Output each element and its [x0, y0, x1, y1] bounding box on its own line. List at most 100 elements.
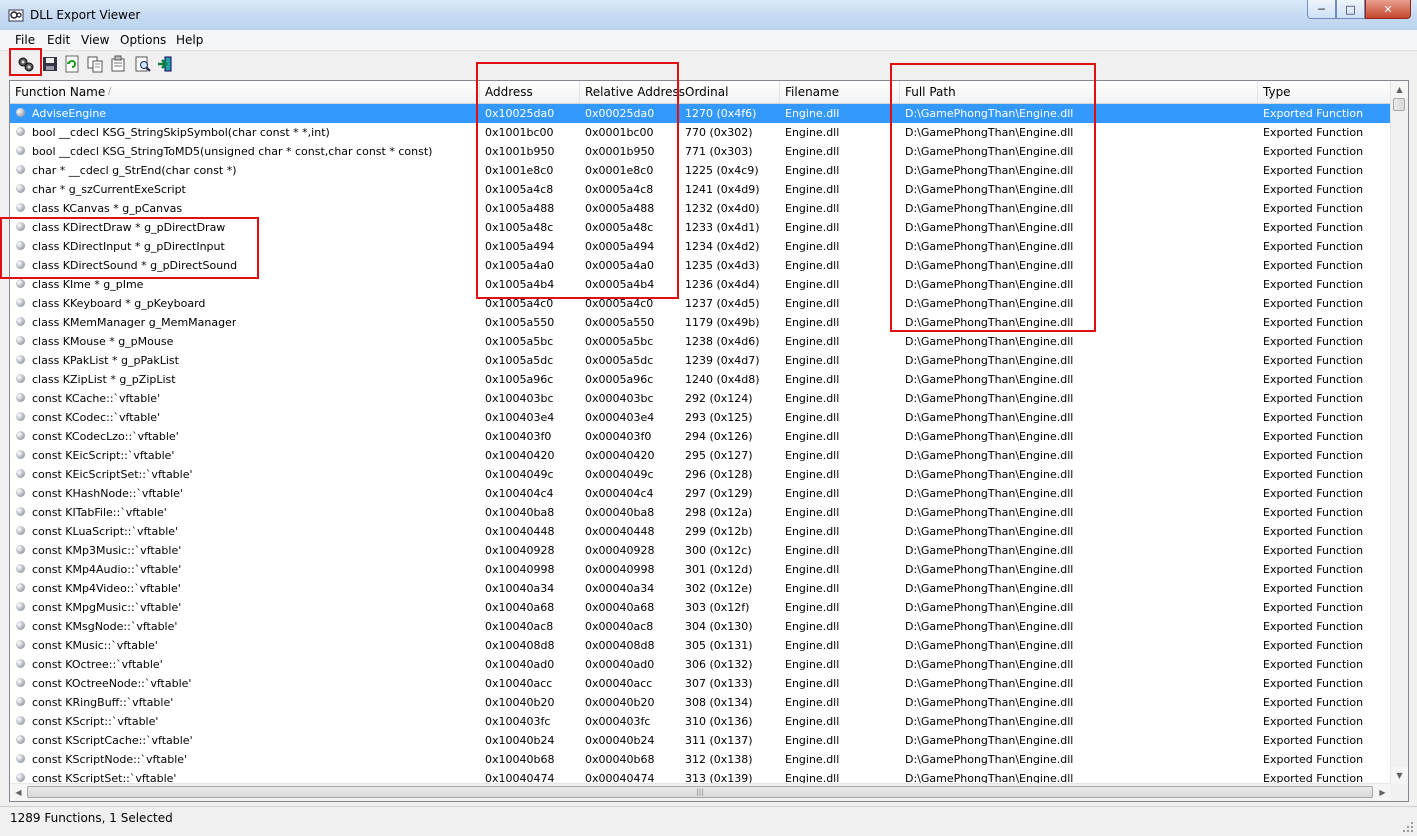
table-row[interactable]: class KDirectDraw * g_pDirectDraw 0x1005a…	[10, 218, 1391, 237]
full-path-cell: D:\GamePhongThan\Engine.dll	[905, 164, 1074, 177]
type-cell: Exported Function	[1263, 297, 1364, 310]
table-row[interactable]: const KScript::`vftable' 0x100403fc 0x0004…	[10, 712, 1391, 731]
column-header-full-path[interactable]: Full Path	[900, 81, 1258, 103]
function-name-cell: const KCache::`vftable'	[32, 392, 161, 405]
export-bullet-icon	[16, 526, 25, 535]
column-header-type[interactable]: Type	[1258, 81, 1391, 103]
table-row[interactable]: class KZipList * g_pZipList 0x1005a96c 0x0…	[10, 370, 1391, 389]
relative-address-cell: 0x00040ac8	[585, 620, 654, 633]
ordinal-cell: 305 (0x131)	[685, 639, 753, 652]
table-row[interactable]: const KMsgNode::`vftable' 0x10040ac8 0x000…	[10, 617, 1391, 636]
table-row[interactable]: class KDirectInput * g_pDirectInput 0x100…	[10, 237, 1391, 256]
menu-options[interactable]: Options	[120, 33, 166, 47]
vertical-scrollbar[interactable]: ▲ ▼	[1390, 81, 1408, 784]
horizontal-scroll-thumb[interactable]: |||	[27, 786, 1373, 798]
column-header-function-name[interactable]: Function Name /	[10, 81, 480, 103]
table-row[interactable]: const KMp4Audio::`vftable' 0x10040998 0x00…	[10, 560, 1391, 579]
type-cell: Exported Function	[1263, 259, 1364, 272]
table-row[interactable]: const KCache::`vftable' 0x100403bc 0x00040…	[10, 389, 1391, 408]
table-row[interactable]: const KMp3Music::`vftable' 0x10040928 0x00…	[10, 541, 1391, 560]
menu-edit[interactable]: Edit	[47, 33, 70, 47]
ordinal-cell: 1232 (0x4d0)	[685, 202, 760, 215]
save-button[interactable]	[41, 55, 59, 73]
table-row[interactable]: const KRingBuff::`vftable' 0x10040b20 0x00…	[10, 693, 1391, 712]
type-cell: Exported Function	[1263, 145, 1364, 158]
table-row[interactable]: class KIme * g_pIme 0x1005a4b4 0x0005a4b4 1…	[10, 275, 1391, 294]
column-header-relative-address[interactable]: Relative Address	[580, 81, 685, 103]
table-row[interactable]: const KScriptSet::`vftable' 0x10040474 0x0…	[10, 769, 1391, 783]
table-row[interactable]: class KCanvas * g_pCanvas 0x1005a488 0x000…	[10, 199, 1391, 218]
scroll-right-arrow-icon[interactable]: ▶	[1374, 784, 1391, 801]
ordinal-cell: 1234 (0x4d2)	[685, 240, 760, 253]
table-row[interactable]: const KHashNode::`vftable' 0x100404c4 0x00…	[10, 484, 1391, 503]
exports-list[interactable]: Function Name / Address Relative Address…	[9, 80, 1409, 802]
find-button[interactable]	[134, 55, 152, 73]
scroll-left-arrow-icon[interactable]: ◀	[10, 784, 27, 801]
type-cell: Exported Function	[1263, 658, 1364, 671]
address-cell: 0x100403f0	[485, 430, 552, 443]
table-row[interactable]: bool __cdecl KSG_StringSkipSymbol(char c…	[10, 123, 1391, 142]
table-row[interactable]: const KMpgMusic::`vftable' 0x10040a68 0x00…	[10, 598, 1391, 617]
table-row[interactable]: class KMemManager g_MemManager 0x1005a550…	[10, 313, 1391, 332]
table-row[interactable]: class KDirectSound * g_pDirectSound 0x100…	[10, 256, 1391, 275]
menu-view[interactable]: View	[81, 33, 109, 47]
column-header-ordinal[interactable]: Ordinal	[680, 81, 780, 103]
horizontal-scrollbar[interactable]: ◀ ||| ▶	[10, 783, 1391, 801]
table-row[interactable]: char * __cdecl g_StrEnd(char const *) 0x1…	[10, 161, 1391, 180]
filename-cell: Engine.dll	[785, 240, 840, 253]
exit-button[interactable]	[156, 55, 174, 73]
refresh-button[interactable]	[63, 55, 81, 73]
table-row[interactable]: class KPakList * g_pPakList 0x1005a5dc 0x0…	[10, 351, 1391, 370]
full-path-cell: D:\GamePhongThan\Engine.dll	[905, 411, 1074, 424]
full-path-cell: D:\GamePhongThan\Engine.dll	[905, 563, 1074, 576]
ordinal-cell: 292 (0x124)	[685, 392, 753, 405]
table-row[interactable]: const KMp4Video::`vftable' 0x10040a34 0x00…	[10, 579, 1391, 598]
html-report-button[interactable]	[109, 55, 127, 73]
scroll-up-arrow-icon[interactable]: ▲	[1391, 81, 1408, 98]
copy-button[interactable]	[86, 55, 104, 73]
menu-help[interactable]: Help	[176, 33, 203, 47]
function-name-cell: class KIme * g_pIme	[32, 278, 144, 291]
table-row[interactable]: const KOctree::`vftable' 0x10040ad0 0x0004…	[10, 655, 1391, 674]
full-path-cell: D:\GamePhongThan\Engine.dll	[905, 658, 1074, 671]
full-path-cell: D:\GamePhongThan\Engine.dll	[905, 715, 1074, 728]
full-path-cell: D:\GamePhongThan\Engine.dll	[905, 449, 1074, 462]
maximize-button[interactable]: □	[1336, 0, 1365, 19]
relative-address-cell: 0x0005a4c0	[585, 297, 654, 310]
table-row[interactable]: const KITabFile::`vftable' 0x10040ba8 0x00…	[10, 503, 1391, 522]
scroll-down-arrow-icon[interactable]: ▼	[1391, 767, 1408, 784]
function-name-cell: const KCodecLzo::`vftable'	[32, 430, 179, 443]
ordinal-cell: 771 (0x303)	[685, 145, 753, 158]
toolbar	[0, 51, 1417, 79]
sort-indicator-icon: /	[108, 86, 112, 97]
table-row[interactable]: const KScriptNode::`vftable' 0x10040b68 0x…	[10, 750, 1391, 769]
column-header-filename[interactable]: Filename	[780, 81, 900, 103]
function-name-cell: const KMsgNode::`vftable'	[32, 620, 178, 633]
table-row[interactable]: const KEicScriptSet::`vftable' 0x1004049c…	[10, 465, 1391, 484]
resize-grip-icon[interactable]	[1402, 821, 1414, 833]
address-cell: 0x1001b950	[485, 145, 555, 158]
address-cell: 0x1005a5dc	[485, 354, 554, 367]
filename-cell: Engine.dll	[785, 202, 840, 215]
column-header-address[interactable]: Address	[480, 81, 580, 103]
vertical-scroll-thumb[interactable]	[1393, 98, 1405, 111]
table-row[interactable]: AdviseEngine 0x10025da0 0x00025da0 1270 (0x…	[10, 104, 1391, 123]
table-row[interactable]: bool __cdecl KSG_StringToMD5(unsigned ch…	[10, 142, 1391, 161]
table-row[interactable]: const KLuaScript::`vftable' 0x10040448 0x0…	[10, 522, 1391, 541]
minimize-button[interactable]: ─	[1307, 0, 1336, 19]
table-row[interactable]: const KMusic::`vftable' 0x100408d8 0x00040…	[10, 636, 1391, 655]
table-row[interactable]: const KCodec::`vftable' 0x100403e4 0x00040…	[10, 408, 1391, 427]
menu-file[interactable]: File	[15, 33, 35, 47]
title-bar[interactable]: DLL Export Viewer ─ □ ✕	[0, 0, 1417, 31]
table-row[interactable]: const KScriptCache::`vftable' 0x10040b24 0…	[10, 731, 1391, 750]
full-path-cell: D:\GamePhongThan\Engine.dll	[905, 506, 1074, 519]
filename-cell: Engine.dll	[785, 411, 840, 424]
close-button[interactable]: ✕	[1365, 0, 1411, 19]
table-row[interactable]: class KKeyboard * g_pKeyboard 0x1005a4c0 0…	[10, 294, 1391, 313]
table-row[interactable]: const KOctreeNode::`vftable' 0x10040acc 0x…	[10, 674, 1391, 693]
table-row[interactable]: char * g_szCurrentExeScript 0x1005a4c8 0x0…	[10, 180, 1391, 199]
table-row[interactable]: class KMouse * g_pMouse 0x1005a5bc 0x0005a…	[10, 332, 1391, 351]
table-row[interactable]: const KEicScript::`vftable' 0x10040420 0x0…	[10, 446, 1391, 465]
properties-button[interactable]	[17, 55, 35, 73]
table-row[interactable]: const KCodecLzo::`vftable' 0x100403f0 0x00…	[10, 427, 1391, 446]
